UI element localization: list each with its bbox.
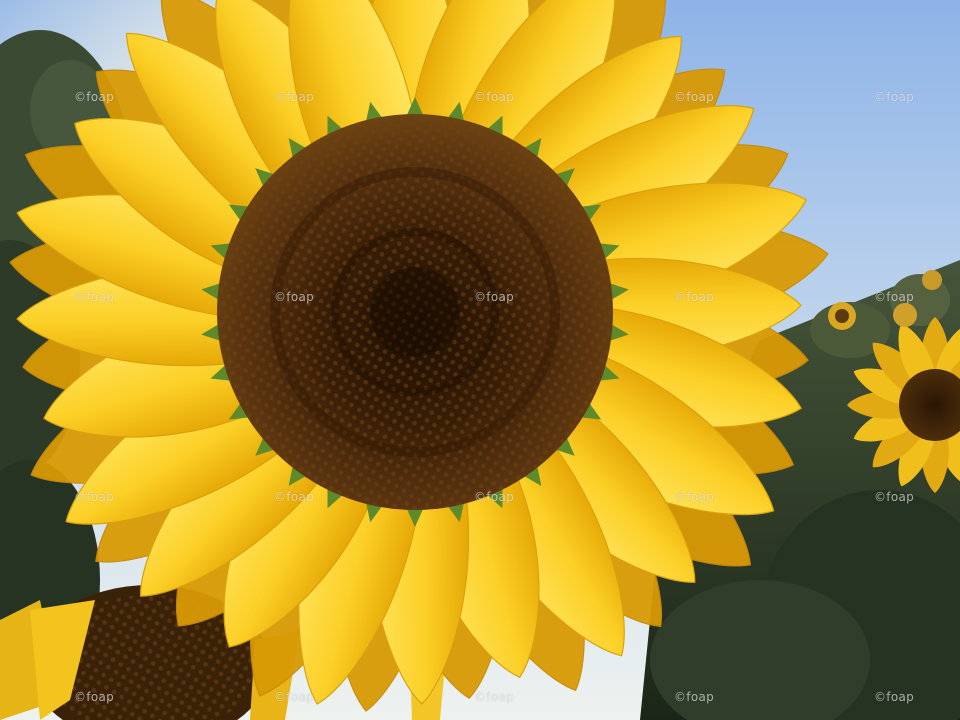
sunflower-photo bbox=[0, 0, 960, 720]
